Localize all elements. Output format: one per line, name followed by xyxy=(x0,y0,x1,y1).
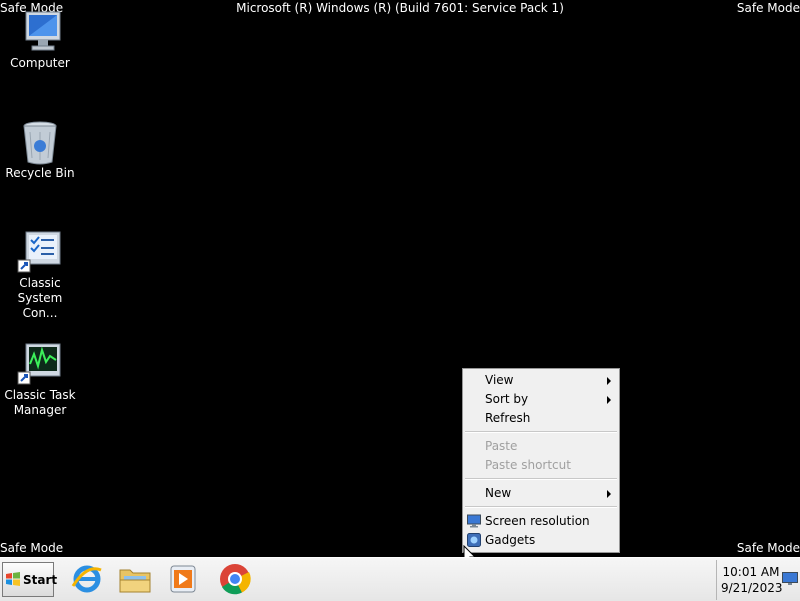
menu-item-label: New xyxy=(485,486,512,500)
submenu-arrow-icon xyxy=(607,490,611,498)
clock-time: 10:01 AM xyxy=(722,565,780,579)
submenu-arrow-icon xyxy=(607,396,611,404)
menu-item-label: Paste shortcut xyxy=(485,458,571,472)
desktop-icon-recycle-bin[interactable]: Recycle Bin xyxy=(0,120,80,181)
windows-logo-icon xyxy=(6,572,20,586)
desktop-context-menu: View Sort by Refresh Paste Paste shortcu… xyxy=(462,368,620,553)
clock[interactable]: 10:01 AM 9/21/2023 xyxy=(721,564,783,596)
menu-item-screen-resolution[interactable]: Screen resolution xyxy=(463,512,619,531)
menu-item-gadgets[interactable]: Gadgets xyxy=(463,531,619,550)
show-desktop-icon[interactable] xyxy=(782,572,798,586)
safe-mode-label-bottom-right: Safe Mode xyxy=(736,541,800,555)
desktop-icon-label: Classic System Con... xyxy=(17,276,63,320)
taskbar: Start 10:01 AM 9/21/2023 xyxy=(0,557,800,601)
menu-item-label: Gadgets xyxy=(485,533,536,547)
desktop-icon-label: Recycle Bin xyxy=(5,166,75,180)
notification-area: 10:01 AM 9/21/2023 xyxy=(716,560,800,600)
desktop-icon-label: Classic Task Manager xyxy=(4,388,76,417)
media-player-icon[interactable] xyxy=(166,562,200,596)
menu-item-label: Paste xyxy=(485,439,518,453)
clock-date: 9/21/2023 xyxy=(721,581,783,595)
menu-item-view[interactable]: View xyxy=(463,371,619,390)
menu-item-label: Screen resolution xyxy=(485,514,590,528)
menu-item-paste: Paste xyxy=(463,437,619,456)
menu-item-label: Refresh xyxy=(485,411,531,425)
menu-item-sort-by[interactable]: Sort by xyxy=(463,390,619,409)
file-explorer-icon[interactable] xyxy=(118,562,152,596)
menu-item-refresh[interactable]: Refresh xyxy=(463,409,619,428)
menu-item-new[interactable]: New xyxy=(463,484,619,503)
desktop-icon-classic-task-manager[interactable]: Classic Task Manager xyxy=(0,342,80,418)
menu-item-paste-shortcut: Paste shortcut xyxy=(463,456,619,475)
chrome-icon[interactable] xyxy=(218,562,252,596)
start-label: Start xyxy=(23,573,58,587)
build-banner: Microsoft (R) Windows (R) (Build 7601: S… xyxy=(236,1,564,15)
menu-item-label: View xyxy=(485,373,514,387)
menu-separator xyxy=(465,478,617,480)
system-config-icon xyxy=(16,230,64,276)
start-button[interactable]: Start xyxy=(2,562,58,597)
recycle-bin-icon xyxy=(16,120,64,166)
desktop-icon-classic-system-config[interactable]: Classic System Con... xyxy=(0,230,80,321)
task-manager-icon xyxy=(16,342,64,388)
menu-separator xyxy=(465,506,617,508)
submenu-arrow-icon xyxy=(607,377,611,385)
desktop-icon-computer[interactable]: Computer xyxy=(0,10,80,71)
menu-separator xyxy=(465,431,617,433)
desktop-icon-label: Computer xyxy=(10,56,70,70)
safe-mode-label-bottom-left: Safe Mode xyxy=(0,541,64,555)
internet-explorer-icon[interactable] xyxy=(70,562,104,596)
computer-icon xyxy=(16,10,64,56)
menu-item-label: Sort by xyxy=(485,392,529,406)
